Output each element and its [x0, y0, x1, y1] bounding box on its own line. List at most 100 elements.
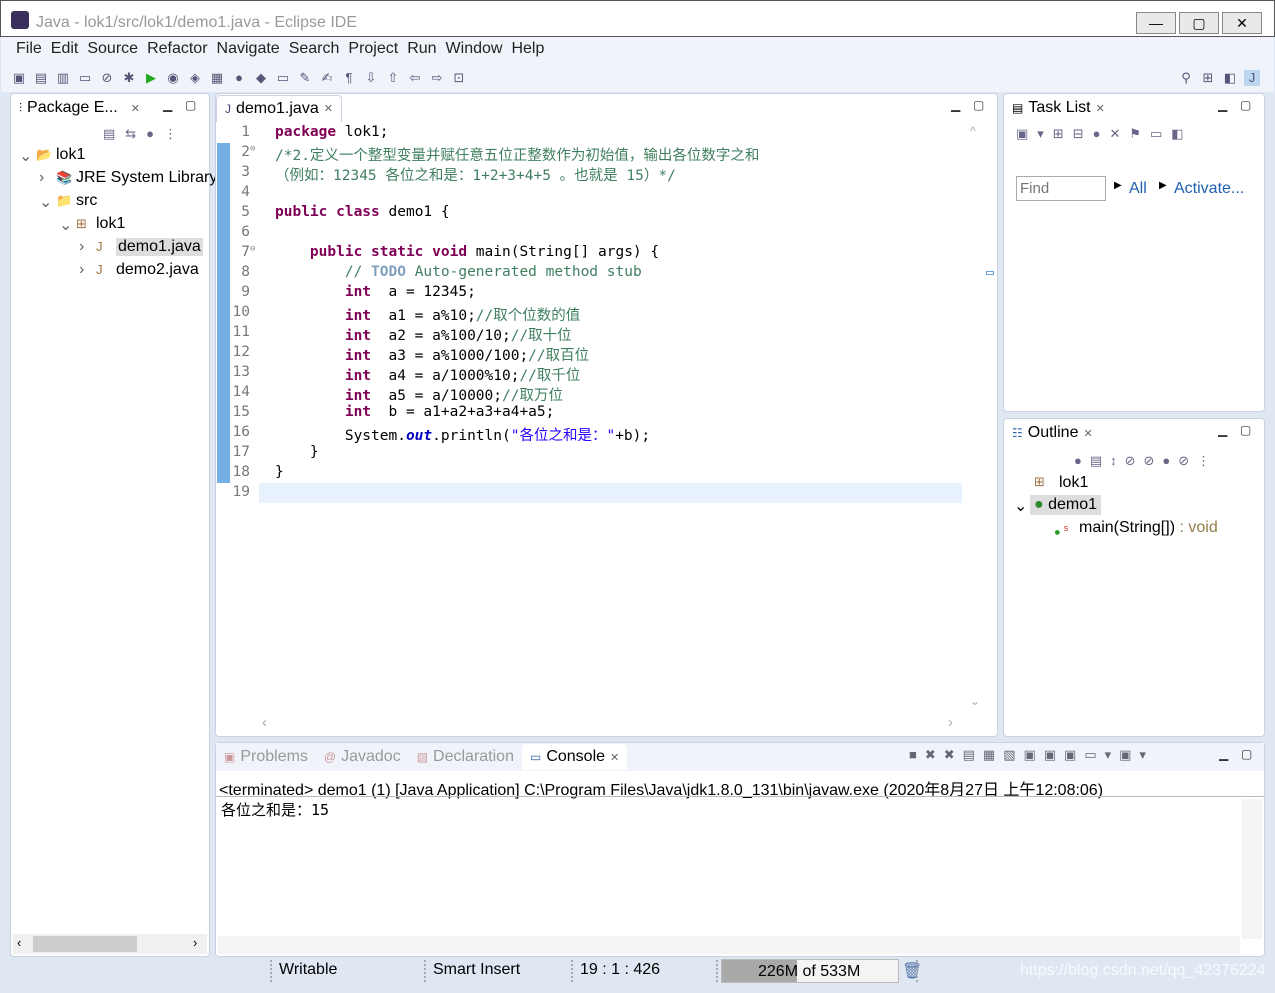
new-package-icon[interactable]: ▦: [209, 70, 225, 86]
open-folder-icon[interactable]: ▭: [275, 70, 291, 86]
code-line[interactable]: 15 int b = a1+a2+a3+a4+a5;: [230, 404, 960, 424]
all-link[interactable]: All: [1129, 180, 1147, 198]
external-tools-icon[interactable]: ◈: [187, 70, 203, 86]
code-area[interactable]: 1 package lok1; 2 ⊖/*2.定义一个整型变量并赋任意五位正整数作为初…: [230, 124, 960, 504]
forward-icon[interactable]: ⇨: [429, 70, 445, 86]
fold-icon[interactable]: ⊖: [250, 144, 260, 164]
pin-icon[interactable]: ⊡: [451, 70, 467, 86]
chevron-right-icon[interactable]: ›: [79, 238, 84, 256]
code-line[interactable]: 19: [230, 484, 960, 504]
save-all-icon[interactable]: ▥: [55, 70, 71, 86]
code-line[interactable]: 5 public class demo1 {: [230, 204, 960, 224]
new-icon[interactable]: ▣: [11, 70, 27, 86]
close-icon[interactable]: ✕: [1096, 102, 1105, 115]
code-line[interactable]: 3 （例如：12345 各位之和是：1+2+3+4+5 。也就是 15）*/: [230, 164, 960, 184]
outline-package[interactable]: lok1: [1059, 474, 1088, 492]
horizontal-scrollbar[interactable]: ‹ ›: [258, 714, 963, 734]
tree-item[interactable]: › 📚 JRE System Library: [11, 169, 217, 191]
close-icon[interactable]: ✕: [610, 751, 619, 764]
java-perspective-icon[interactable]: J: [1244, 69, 1260, 86]
code-line[interactable]: 11 int a2 = a%100/10;//取十位: [230, 324, 960, 344]
close-icon[interactable]: ✕: [324, 102, 333, 115]
open-perspective-icon[interactable]: ⊞: [1200, 70, 1216, 86]
minimize-button[interactable]: —: [1136, 12, 1176, 34]
coverage-icon[interactable]: ◉: [165, 70, 181, 86]
vertical-scrollbar[interactable]: ^ ⌄: [964, 124, 986, 714]
pilcrow-icon[interactable]: ¶: [341, 70, 357, 86]
close-button[interactable]: ✕: [1222, 12, 1262, 34]
code-line[interactable]: 8 // TODO Auto-generated method stub: [230, 264, 960, 284]
minimize-icon[interactable]: ▁: [1218, 423, 1227, 437]
console-output[interactable]: 各位之和是：15: [221, 799, 329, 820]
java-ee-perspective-icon[interactable]: ◧: [1222, 70, 1238, 86]
find-input[interactable]: [1016, 176, 1106, 201]
menu-navigate[interactable]: Navigate: [217, 37, 287, 63]
menu-file[interactable]: File: [16, 37, 49, 63]
vertical-scrollbar[interactable]: [1242, 799, 1262, 939]
horizontal-scrollbar[interactable]: ‹ ›: [13, 934, 207, 954]
minimize-icon[interactable]: ▁: [951, 98, 960, 112]
overview-marker[interactable]: [986, 271, 994, 275]
tab-javadoc[interactable]: @ Javadoc: [316, 744, 409, 770]
garbage-collect-icon[interactable]: 🗑: [902, 961, 922, 981]
minimize-icon[interactable]: ▁: [163, 98, 172, 112]
code-line[interactable]: 4: [230, 184, 960, 204]
menu-run[interactable]: Run: [407, 37, 443, 63]
console-toolbar[interactable]: ■✖✖▤▦▧▣▣▣▭▾▣▾: [909, 747, 1154, 763]
tree-item[interactable]: › Jdemo1.java: [11, 238, 209, 260]
explorer-toolbar[interactable]: ▤⇆●⋮: [103, 126, 187, 142]
terminal-icon[interactable]: ▭: [77, 70, 93, 86]
menu-refactor[interactable]: Refactor: [147, 37, 214, 63]
tree-item[interactable]: ⌄ ⊞ lok1: [11, 215, 209, 237]
chevron-down-icon[interactable]: ⌄: [1014, 496, 1027, 516]
menu-edit[interactable]: Edit: [51, 37, 86, 63]
code-line[interactable]: 17 }: [230, 444, 960, 464]
minimize-icon[interactable]: ▁: [1219, 747, 1228, 761]
run-icon[interactable]: ▶: [143, 70, 159, 86]
code-line[interactable]: 6: [230, 224, 960, 244]
search-icon[interactable]: ⚲: [1178, 70, 1194, 86]
close-icon[interactable]: ✕: [131, 102, 140, 115]
search-tool-icon[interactable]: ✎: [297, 70, 313, 86]
tab-declaration[interactable]: ▧ Declaration: [409, 744, 522, 770]
code-line[interactable]: 18}: [230, 464, 960, 484]
outline-toolbar[interactable]: ●▤↕⊘⊘●⊘⋮: [1074, 453, 1218, 469]
save-icon[interactable]: ▤: [33, 70, 49, 86]
horizontal-scrollbar[interactable]: [218, 936, 1240, 954]
chevron-down-icon[interactable]: ⌄: [39, 192, 52, 212]
prev-annotation-icon[interactable]: ⇧: [385, 70, 401, 86]
code-line[interactable]: 14 int a5 = a/10000;//取万位: [230, 384, 960, 404]
outline-method[interactable]: main(String[]) : void: [1079, 519, 1218, 537]
code-line[interactable]: 16 System.out.println("各位之和是："+b);: [230, 424, 960, 444]
task-toolbar[interactable]: ▣▾⊞⊟●✕⚑▭◧: [1016, 126, 1193, 142]
maximize-icon[interactable]: ▢: [973, 98, 984, 112]
menu-source[interactable]: Source: [87, 37, 145, 63]
tab-console[interactable]: ▭ Console ✕: [521, 744, 628, 770]
tree-item[interactable]: ⌄ 📂 lok1: [11, 146, 209, 168]
scroll-right-icon[interactable]: ›: [193, 935, 197, 950]
chevron-down-icon[interactable]: ⌄: [19, 146, 32, 166]
scroll-thumb[interactable]: [33, 936, 137, 952]
skip-breakpoints-icon[interactable]: ⊘: [99, 70, 115, 86]
menu-help[interactable]: Help: [511, 37, 551, 63]
menu-window[interactable]: Window: [446, 37, 510, 63]
menu-search[interactable]: Search: [289, 37, 347, 63]
back-icon[interactable]: ⇦: [407, 70, 423, 86]
code-line[interactable]: 9 int a = 12345;: [230, 284, 960, 304]
tab-outline[interactable]: ☷ Outline ✕: [1004, 420, 1101, 446]
heap-status[interactable]: 226M of 533M: [721, 959, 899, 983]
close-icon[interactable]: ✕: [1083, 427, 1092, 440]
tab-demo1-java[interactable]: Jdemo1.java ✕: [216, 94, 342, 122]
tab-package-explorer[interactable]: ⫶ Package E... ✕: [11, 95, 148, 121]
code-line[interactable]: 2 ⊖ /*2.定义一个整型变量并赋任意五位正整数作为初始值，输出各位数字之和: [230, 144, 960, 164]
maximize-icon[interactable]: ▢: [1240, 423, 1251, 437]
chevron-right-icon[interactable]: ›: [79, 261, 84, 279]
toggle-mark-icon[interactable]: ✍: [319, 70, 335, 86]
code-line[interactable]: 13 int a4 = a/1000%10;//取千位: [230, 364, 960, 384]
debug-icon[interactable]: ✱: [121, 70, 137, 86]
tab-problems[interactable]: ▣ Problems: [216, 744, 316, 770]
minimize-icon[interactable]: ▁: [1218, 98, 1227, 112]
outline-class[interactable]: ● demo1: [1030, 495, 1102, 515]
new-class-icon[interactable]: ●: [231, 70, 247, 86]
code-line[interactable]: 12 int a3 = a%1000/100;//取百位: [230, 344, 960, 364]
